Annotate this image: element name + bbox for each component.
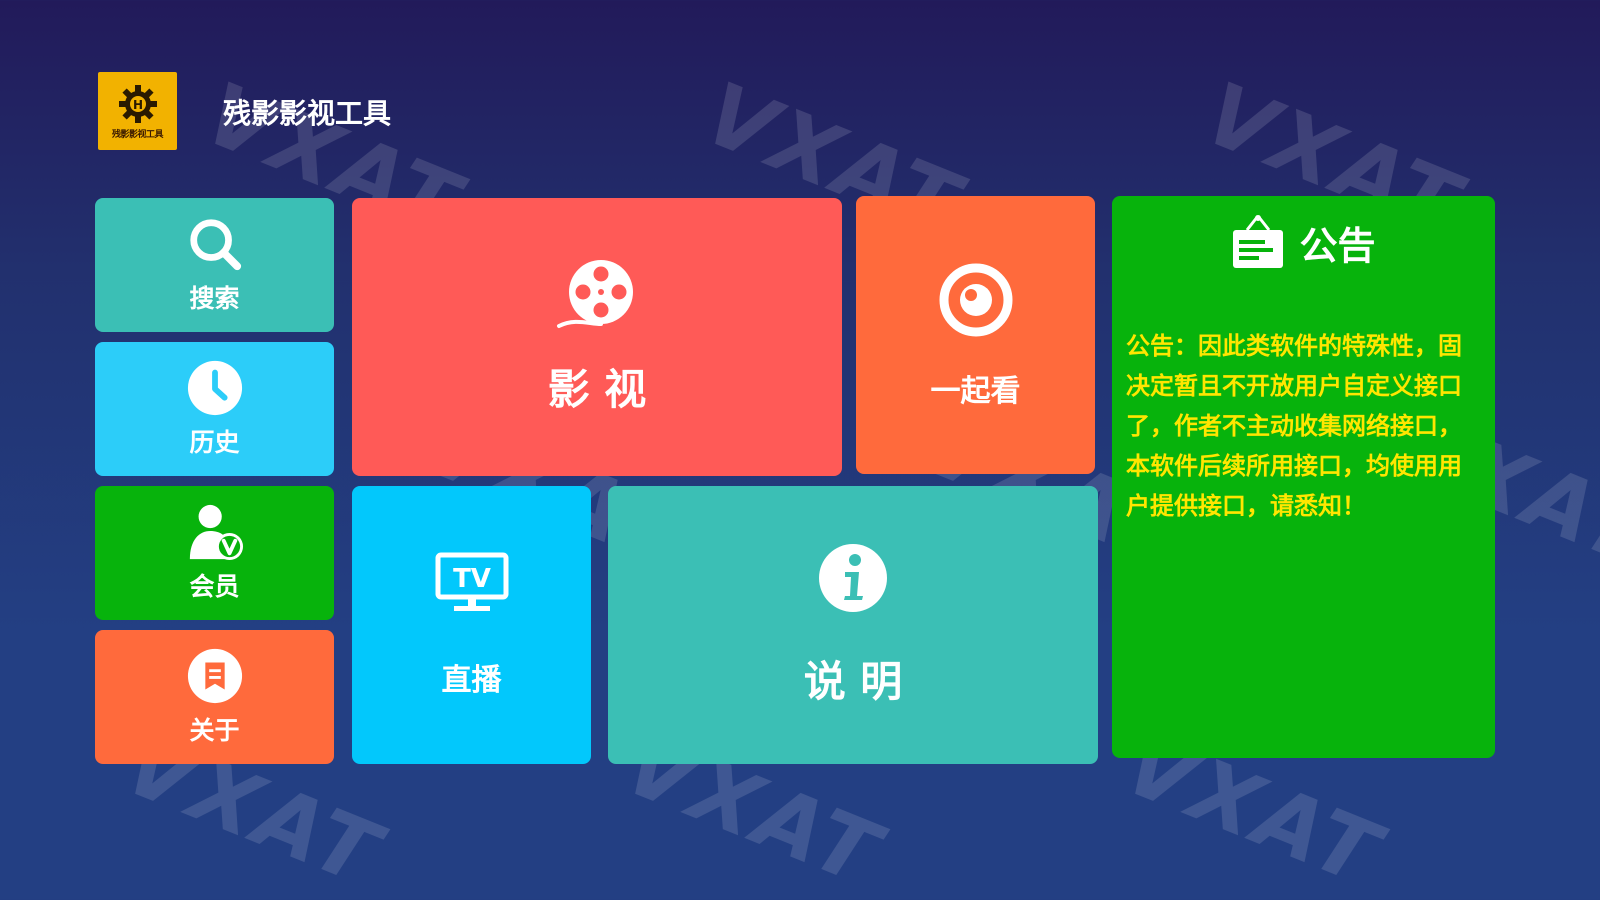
eye-icon	[939, 263, 1012, 337]
history-label: 历史	[189, 428, 240, 457]
live-label: 直播	[441, 663, 502, 698]
clock-icon	[187, 360, 242, 416]
search-tile[interactable]: 搜索	[95, 198, 334, 332]
notice-board-icon	[1233, 215, 1284, 268]
notice-header: 公告	[1112, 214, 1495, 270]
search-icon	[189, 219, 241, 271]
about-label: 关于	[189, 716, 240, 745]
movies-tile[interactable]: 影 视	[352, 198, 842, 476]
notice-body: 公告：因此类软件的特殊性，固决定暂且不开放用户自定义接口了，作者不主动收集网络接…	[1126, 332, 1462, 520]
app-title: 残影影视工具	[223, 97, 392, 130]
gear-logo-icon: H	[118, 84, 157, 123]
app-logo: H 残影影视工具	[98, 72, 177, 150]
about-tile[interactable]: 关于	[95, 630, 334, 764]
logo-text: 残影影视工具	[111, 129, 164, 140]
history-tile[interactable]: 历史	[95, 342, 334, 476]
live-tile[interactable]: TV 直播	[352, 486, 591, 764]
member-tile[interactable]: 会员	[95, 486, 334, 620]
notice-title: 公告	[1299, 223, 1376, 268]
svg-text:TV: TV	[453, 564, 491, 594]
notice-panel: 公告 公告：因此类软件的特殊性，固决定暂且不开放用户自定义接口了，作者不主动收集…	[1112, 196, 1495, 758]
watch-together-label: 一起看	[930, 374, 1021, 409]
svg-text:H: H	[132, 98, 142, 112]
about-icon	[187, 648, 242, 704]
watch-together-tile[interactable]: 一起看	[856, 196, 1095, 474]
info-icon	[819, 543, 887, 612]
search-label: 搜索	[189, 284, 240, 313]
movies-label: 影 视	[547, 364, 647, 414]
vip-user-icon	[189, 504, 243, 561]
member-label: 会员	[189, 572, 240, 601]
film-reel-icon	[557, 259, 633, 328]
tv-icon: TV	[435, 552, 508, 611]
instructions-label: 说 明	[803, 656, 903, 706]
instructions-tile[interactable]: 说 明	[608, 486, 1098, 764]
